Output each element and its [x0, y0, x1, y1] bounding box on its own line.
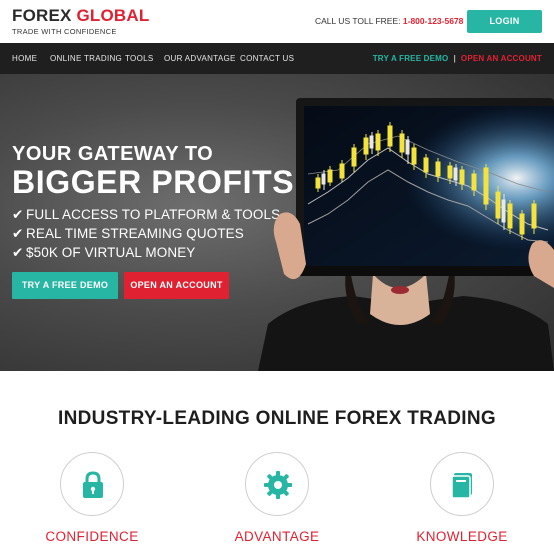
nav-separator: |: [453, 54, 456, 63]
advantage-label[interactable]: ADVANTAGE: [207, 529, 347, 544]
person-holding-laptop-image: [258, 98, 554, 371]
login-button[interactable]: LOGIN: [467, 10, 542, 33]
hero-bullet-list: ✔ FULL ACCESS TO PLATFORM & TOOLS ✔ REAL T…: [12, 205, 280, 262]
main-nav: HOME ONLINE TRADING TOOLS OUR ADVANTAGE …: [0, 43, 554, 74]
brand-name-part2: GLOBAL: [76, 6, 150, 25]
features-heading: INDUSTRY-LEADING ONLINE FOREX TRADING: [58, 408, 496, 429]
hero-bullet: ✔ FULL ACCESS TO PLATFORM & TOOLS: [12, 205, 280, 224]
book-icon: [451, 473, 472, 499]
nav-cta-links: TRY A FREE DEMO | OPEN AN ACCOUNT: [373, 54, 542, 63]
check-icon: ✔: [12, 226, 24, 241]
hero-open-account-button[interactable]: OPEN AN ACCOUNT: [124, 272, 229, 299]
hero-bullet: ✔ REAL TIME STREAMING QUOTES: [12, 224, 280, 243]
toll-free-contact: CALL US TOLL FREE: 1-800-123-5678: [315, 16, 463, 26]
brand-tagline: TRADE WITH CONFIDENCE: [12, 27, 117, 36]
hero-bullet-text: REAL TIME STREAMING QUOTES: [26, 226, 244, 241]
site-header: FOREX GLOBAL TRADE WITH CONFIDENCE CALL …: [0, 0, 554, 43]
hero-bullet-text: $50K OF VIRTUAL MONEY: [26, 245, 196, 260]
phone-number[interactable]: 1-800-123-5678: [403, 16, 464, 26]
advantage-feature-circle[interactable]: [245, 452, 309, 516]
nav-try-demo-link[interactable]: TRY A FREE DEMO: [373, 54, 449, 63]
confidence-feature-circle[interactable]: [60, 452, 124, 516]
nav-item-contact-us[interactable]: CONTACT US: [240, 54, 294, 63]
callus-label: CALL US TOLL FREE:: [315, 16, 401, 26]
lock-icon: [83, 471, 103, 498]
hero-bullet: ✔ $50K OF VIRTUAL MONEY: [12, 243, 280, 262]
brand-name-part1: FOREX: [12, 6, 72, 25]
knowledge-label[interactable]: KNOWLEDGE: [392, 529, 532, 544]
confidence-label[interactable]: CONFIDENCE: [22, 529, 162, 544]
brand-name: FOREX GLOBAL: [12, 7, 149, 25]
knowledge-feature-circle[interactable]: [430, 452, 494, 516]
nav-item-our-advantage[interactable]: OUR ADVANTAGE: [164, 54, 236, 63]
gear-icon: [264, 471, 292, 499]
nav-item-home[interactable]: HOME: [12, 54, 37, 63]
hero-banner: YOUR GATEWAY TO BIGGER PROFITS ✔ FULL ACC…: [0, 74, 554, 371]
brand-logo[interactable]: FOREX GLOBAL TRADE WITH CONFIDENCE: [12, 7, 149, 37]
nav-item-online-trading[interactable]: ONLINE TRADING: [50, 54, 122, 63]
hero-title-line1: YOUR GATEWAY TO: [12, 143, 214, 165]
nav-item-tools[interactable]: TOOLS: [125, 54, 153, 63]
hero-try-demo-button[interactable]: TRY A FREE DEMO: [12, 272, 118, 299]
hero-bullet-text: FULL ACCESS TO PLATFORM & TOOLS: [26, 207, 281, 222]
nav-open-account-link[interactable]: OPEN AN ACCOUNT: [461, 54, 542, 63]
check-icon: ✔: [12, 245, 24, 260]
hero-title-line2: BIGGER PROFITS: [12, 164, 295, 200]
check-icon: ✔: [12, 207, 24, 222]
